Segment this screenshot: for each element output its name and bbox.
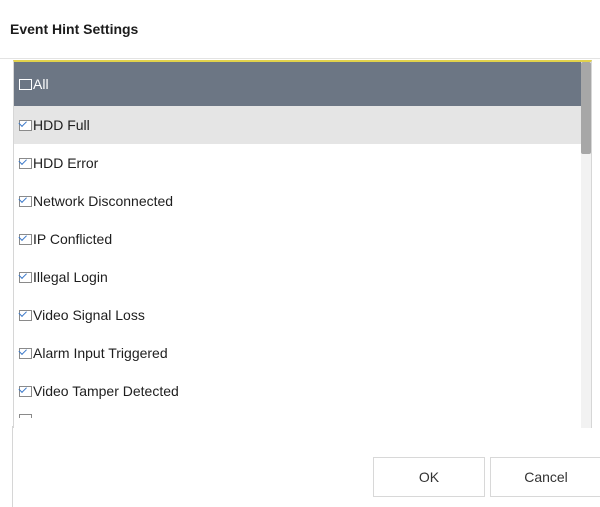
checkbox-icon[interactable] [19, 347, 32, 359]
event-item-row[interactable]: HDD Error [14, 144, 589, 182]
event-list-items: All HDD Full HDD Error Network Disconnected… [14, 62, 589, 422]
event-item-label: Video Tamper Detected [33, 383, 179, 399]
event-item-row[interactable]: Alarm Input Triggered [14, 334, 589, 372]
checkbox-icon[interactable] [19, 78, 32, 90]
event-item-label: Illegal Login [33, 269, 108, 285]
ok-button[interactable]: OK [373, 457, 485, 497]
event-item-label: Alarm Input Triggered [33, 345, 168, 361]
dialog-title-bar: Event Hint Settings [0, 0, 600, 59]
event-item-row[interactable]: HDD Full [14, 106, 589, 144]
divider [12, 426, 13, 507]
checkbox-icon[interactable] [19, 414, 32, 418]
event-item-label: IP Conflicted [33, 231, 113, 247]
checkbox-icon[interactable] [19, 385, 32, 397]
event-item-row[interactable]: Video Tamper Detected [14, 372, 589, 410]
event-item-label: Network Disconnected [33, 193, 174, 209]
event-item-label: HDD Full [33, 117, 90, 133]
checkbox-icon[interactable] [19, 119, 32, 131]
event-item-row[interactable]: Network Disconnected [14, 182, 589, 220]
event-item-label: HDD Error [33, 155, 99, 171]
checkbox-icon[interactable] [19, 195, 32, 207]
select-all-row[interactable]: All [14, 62, 589, 106]
checkbox-icon[interactable] [19, 271, 32, 283]
cancel-button[interactable]: Cancel [490, 457, 600, 497]
list-scrollbar[interactable] [581, 62, 591, 428]
event-item-label: Video Signal Loss [33, 307, 145, 323]
event-list: All HDD Full HDD Error Network Disconnected… [13, 60, 592, 428]
checkbox-icon[interactable] [19, 309, 32, 321]
event-item-label: All [33, 76, 49, 92]
checkbox-icon[interactable] [19, 233, 32, 245]
dialog-title: Event Hint Settings [10, 21, 139, 37]
event-item-row[interactable]: Illegal Login [14, 258, 589, 296]
event-item-row[interactable] [14, 410, 589, 422]
event-item-row[interactable]: IP Conflicted [14, 220, 589, 258]
scrollbar-thumb[interactable] [581, 62, 591, 154]
event-item-row[interactable]: Video Signal Loss [14, 296, 589, 334]
event-hint-settings-dialog: Event Hint Settings All HDD Full HDD Error… [0, 0, 600, 507]
checkbox-icon[interactable] [19, 157, 32, 169]
